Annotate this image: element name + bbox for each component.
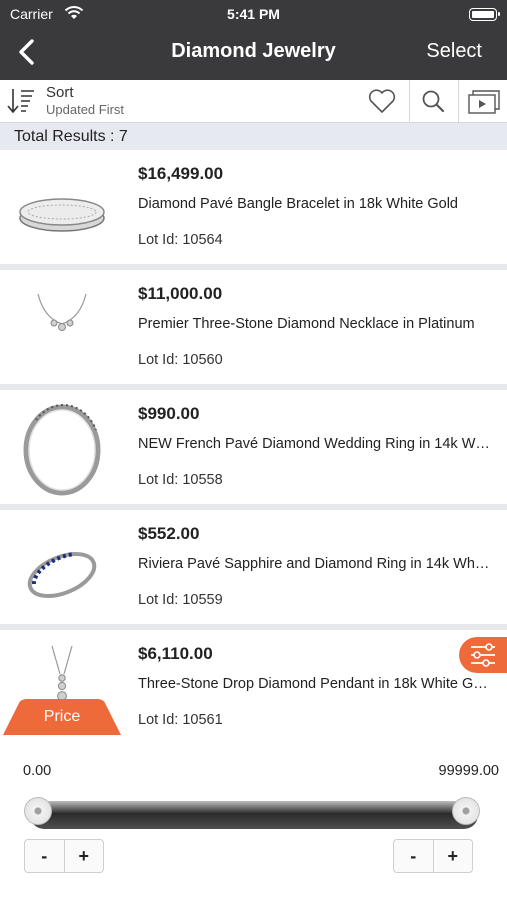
min-price-handle[interactable] xyxy=(24,797,52,825)
list-item[interactable]: $16,499.00 Diamond Pavé Bangle Bracelet … xyxy=(0,150,507,264)
price-filter-panel: 0.00 99999.00 - + - + xyxy=(0,735,507,900)
price-tab-label: Price xyxy=(43,708,81,725)
item-name: NEW French Pavé Diamond Wedding Ring in … xyxy=(138,436,490,452)
item-lot-id: Lot Id: 10560 xyxy=(138,352,223,368)
list-item[interactable]: $552.00 Riviera Pavé Sapphire and Diamon… xyxy=(0,510,507,624)
item-name: Riviera Pavé Sapphire and Diamond Ring i… xyxy=(138,556,490,572)
slideshow-icon[interactable] xyxy=(459,80,507,122)
sort-order-value[interactable]: Updated First xyxy=(46,102,124,117)
search-icon[interactable] xyxy=(410,80,458,122)
item-price: $990.00 xyxy=(138,404,200,423)
min-price-stepper: - + xyxy=(24,839,104,873)
item-price: $11,000.00 xyxy=(138,284,223,303)
heart-icon[interactable] xyxy=(358,80,406,122)
max-price-handle[interactable] xyxy=(452,797,480,825)
status-time: 5:41 PM xyxy=(227,6,280,22)
min-decrement-button[interactable]: - xyxy=(25,840,65,872)
max-price-stepper: - + xyxy=(393,839,473,873)
item-lot-id: Lot Id: 10559 xyxy=(138,592,223,608)
price-range-slider[interactable] xyxy=(30,801,478,829)
item-name: Three-Stone Drop Diamond Pendant in 18k … xyxy=(138,676,490,692)
max-decrement-button[interactable]: - xyxy=(394,840,434,872)
nav-bar: Diamond Jewelry Select xyxy=(0,30,507,76)
item-name: Diamond Pavé Bangle Bracelet in 18k Whit… xyxy=(138,196,458,212)
list-item[interactable]: $11,000.00 Premier Three-Stone Diamond N… xyxy=(0,270,507,384)
price-filter-tab[interactable]: Price xyxy=(3,699,121,735)
sliders-icon xyxy=(471,643,495,667)
sort-icon[interactable] xyxy=(6,86,36,116)
filter-button[interactable] xyxy=(459,637,507,673)
battery-icon xyxy=(469,8,500,21)
sort-label[interactable]: Sort xyxy=(46,84,74,101)
list-item[interactable]: $990.00 NEW French Pavé Diamond Wedding … xyxy=(0,390,507,504)
min-price-value: 0.00 xyxy=(23,763,52,779)
total-results: Total Results : 7 xyxy=(0,123,507,150)
navigation-header: Carrier 5:41 PM Diamond Jewelry Select xyxy=(0,0,507,80)
select-button[interactable]: Select xyxy=(426,40,482,63)
toolbar: Sort Updated First xyxy=(0,80,507,123)
item-price: $16,499.00 xyxy=(138,164,224,183)
ring-icon xyxy=(23,404,101,496)
max-increment-button[interactable]: + xyxy=(434,840,473,872)
item-name: Premier Three-Stone Diamond Necklace in … xyxy=(138,316,475,332)
item-lot-id: Lot Id: 10561 xyxy=(138,712,223,728)
item-lot-id: Lot Id: 10558 xyxy=(138,472,223,488)
status-bar: Carrier 5:41 PM xyxy=(0,4,507,26)
sapphire-ring-icon xyxy=(27,552,97,598)
max-price-value: 99999.00 xyxy=(438,763,499,779)
item-price: $6,110.00 xyxy=(138,644,213,663)
min-increment-button[interactable]: + xyxy=(65,840,104,872)
item-lot-id: Lot Id: 10564 xyxy=(138,232,223,248)
item-price: $552.00 xyxy=(138,524,200,543)
necklace-icon xyxy=(37,293,87,331)
bangle-bracelet-icon xyxy=(19,198,105,232)
